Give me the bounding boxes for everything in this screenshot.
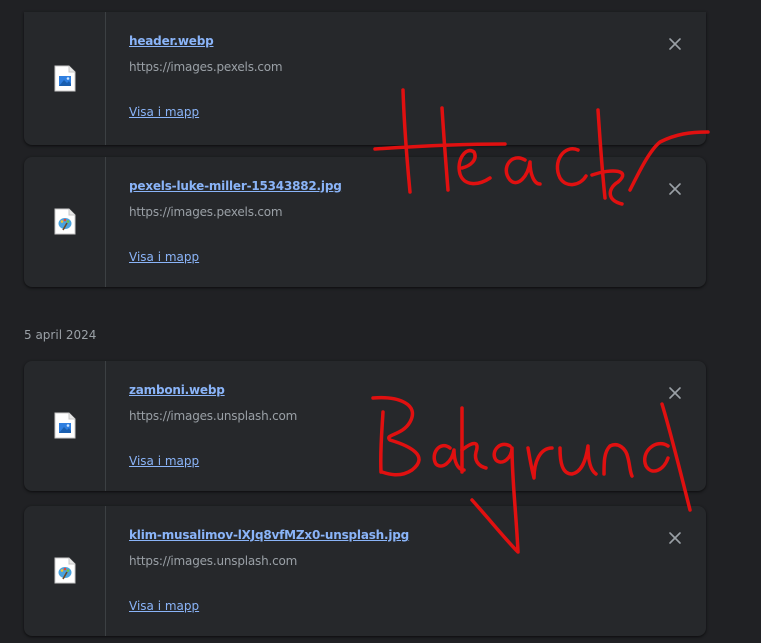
paint-file-icon [54, 208, 76, 235]
download-item: pexels-luke-miller-15343882.jpg https://… [24, 157, 706, 287]
downloads-page: header.webp https://images.pexels.com Vi… [0, 0, 761, 643]
close-icon[interactable] [668, 37, 682, 51]
file-icon-column [24, 157, 106, 287]
download-item: zamboni.webp https://images.unsplash.com… [24, 361, 706, 491]
date-group-heading: 5 april 2024 [24, 328, 97, 342]
show-in-folder-link[interactable]: Visa i mapp [129, 250, 199, 264]
file-name-link[interactable]: pexels-luke-miller-15343882.jpg [129, 179, 342, 193]
file-icon-column [24, 506, 106, 636]
close-icon[interactable] [668, 386, 682, 400]
paint-file-icon [54, 557, 76, 584]
file-source-url: https://images.pexels.com [129, 60, 283, 74]
file-name-link[interactable]: klim-musalimov-lXJq8vfMZx0-unsplash.jpg [129, 528, 409, 542]
file-source-url: https://images.pexels.com [129, 205, 283, 219]
file-name-link[interactable]: header.webp [129, 34, 214, 48]
show-in-folder-link[interactable]: Visa i mapp [129, 105, 199, 119]
show-in-folder-link[interactable]: Visa i mapp [129, 599, 199, 613]
close-icon[interactable] [668, 182, 682, 196]
download-item: klim-musalimov-lXJq8vfMZx0-unsplash.jpg … [24, 506, 706, 636]
file-icon-column [24, 12, 106, 145]
file-name-link[interactable]: zamboni.webp [129, 383, 225, 397]
close-icon[interactable] [668, 531, 682, 545]
download-item: header.webp https://images.pexels.com Vi… [24, 12, 706, 145]
file-source-url: https://images.unsplash.com [129, 409, 298, 423]
show-in-folder-link[interactable]: Visa i mapp [129, 454, 199, 468]
file-icon-column [24, 361, 106, 491]
file-source-url: https://images.unsplash.com [129, 554, 298, 568]
image-file-icon [54, 412, 76, 439]
image-file-icon [54, 65, 76, 91]
